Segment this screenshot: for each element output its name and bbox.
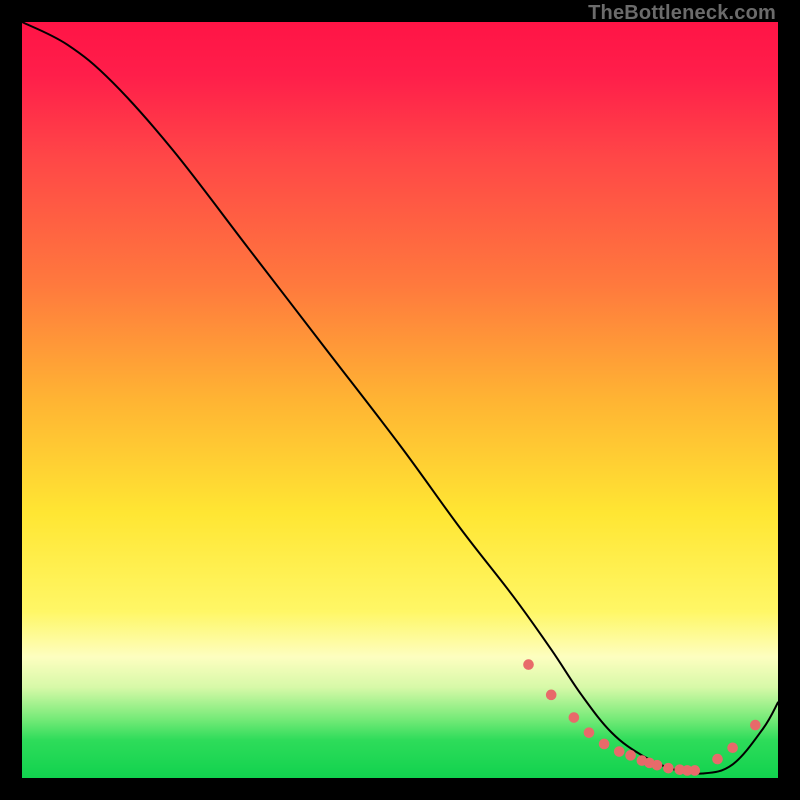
chart-svg <box>22 22 778 778</box>
marker-point <box>652 760 663 771</box>
marker-point <box>663 763 674 774</box>
marker-point <box>625 750 636 761</box>
marker-point <box>614 746 625 757</box>
marker-point <box>523 659 534 670</box>
marker-point <box>750 720 761 731</box>
marker-point <box>546 690 557 701</box>
bottleneck-curve <box>22 22 778 774</box>
marker-point <box>712 754 723 765</box>
marker-point <box>727 742 738 753</box>
marker-point <box>690 765 701 776</box>
marker-point <box>569 712 580 723</box>
plot-area <box>22 22 778 778</box>
marker-point <box>599 739 610 750</box>
chart-stage: TheBottleneck.com <box>0 0 800 800</box>
marker-point <box>584 727 595 738</box>
marker-points <box>523 659 760 775</box>
